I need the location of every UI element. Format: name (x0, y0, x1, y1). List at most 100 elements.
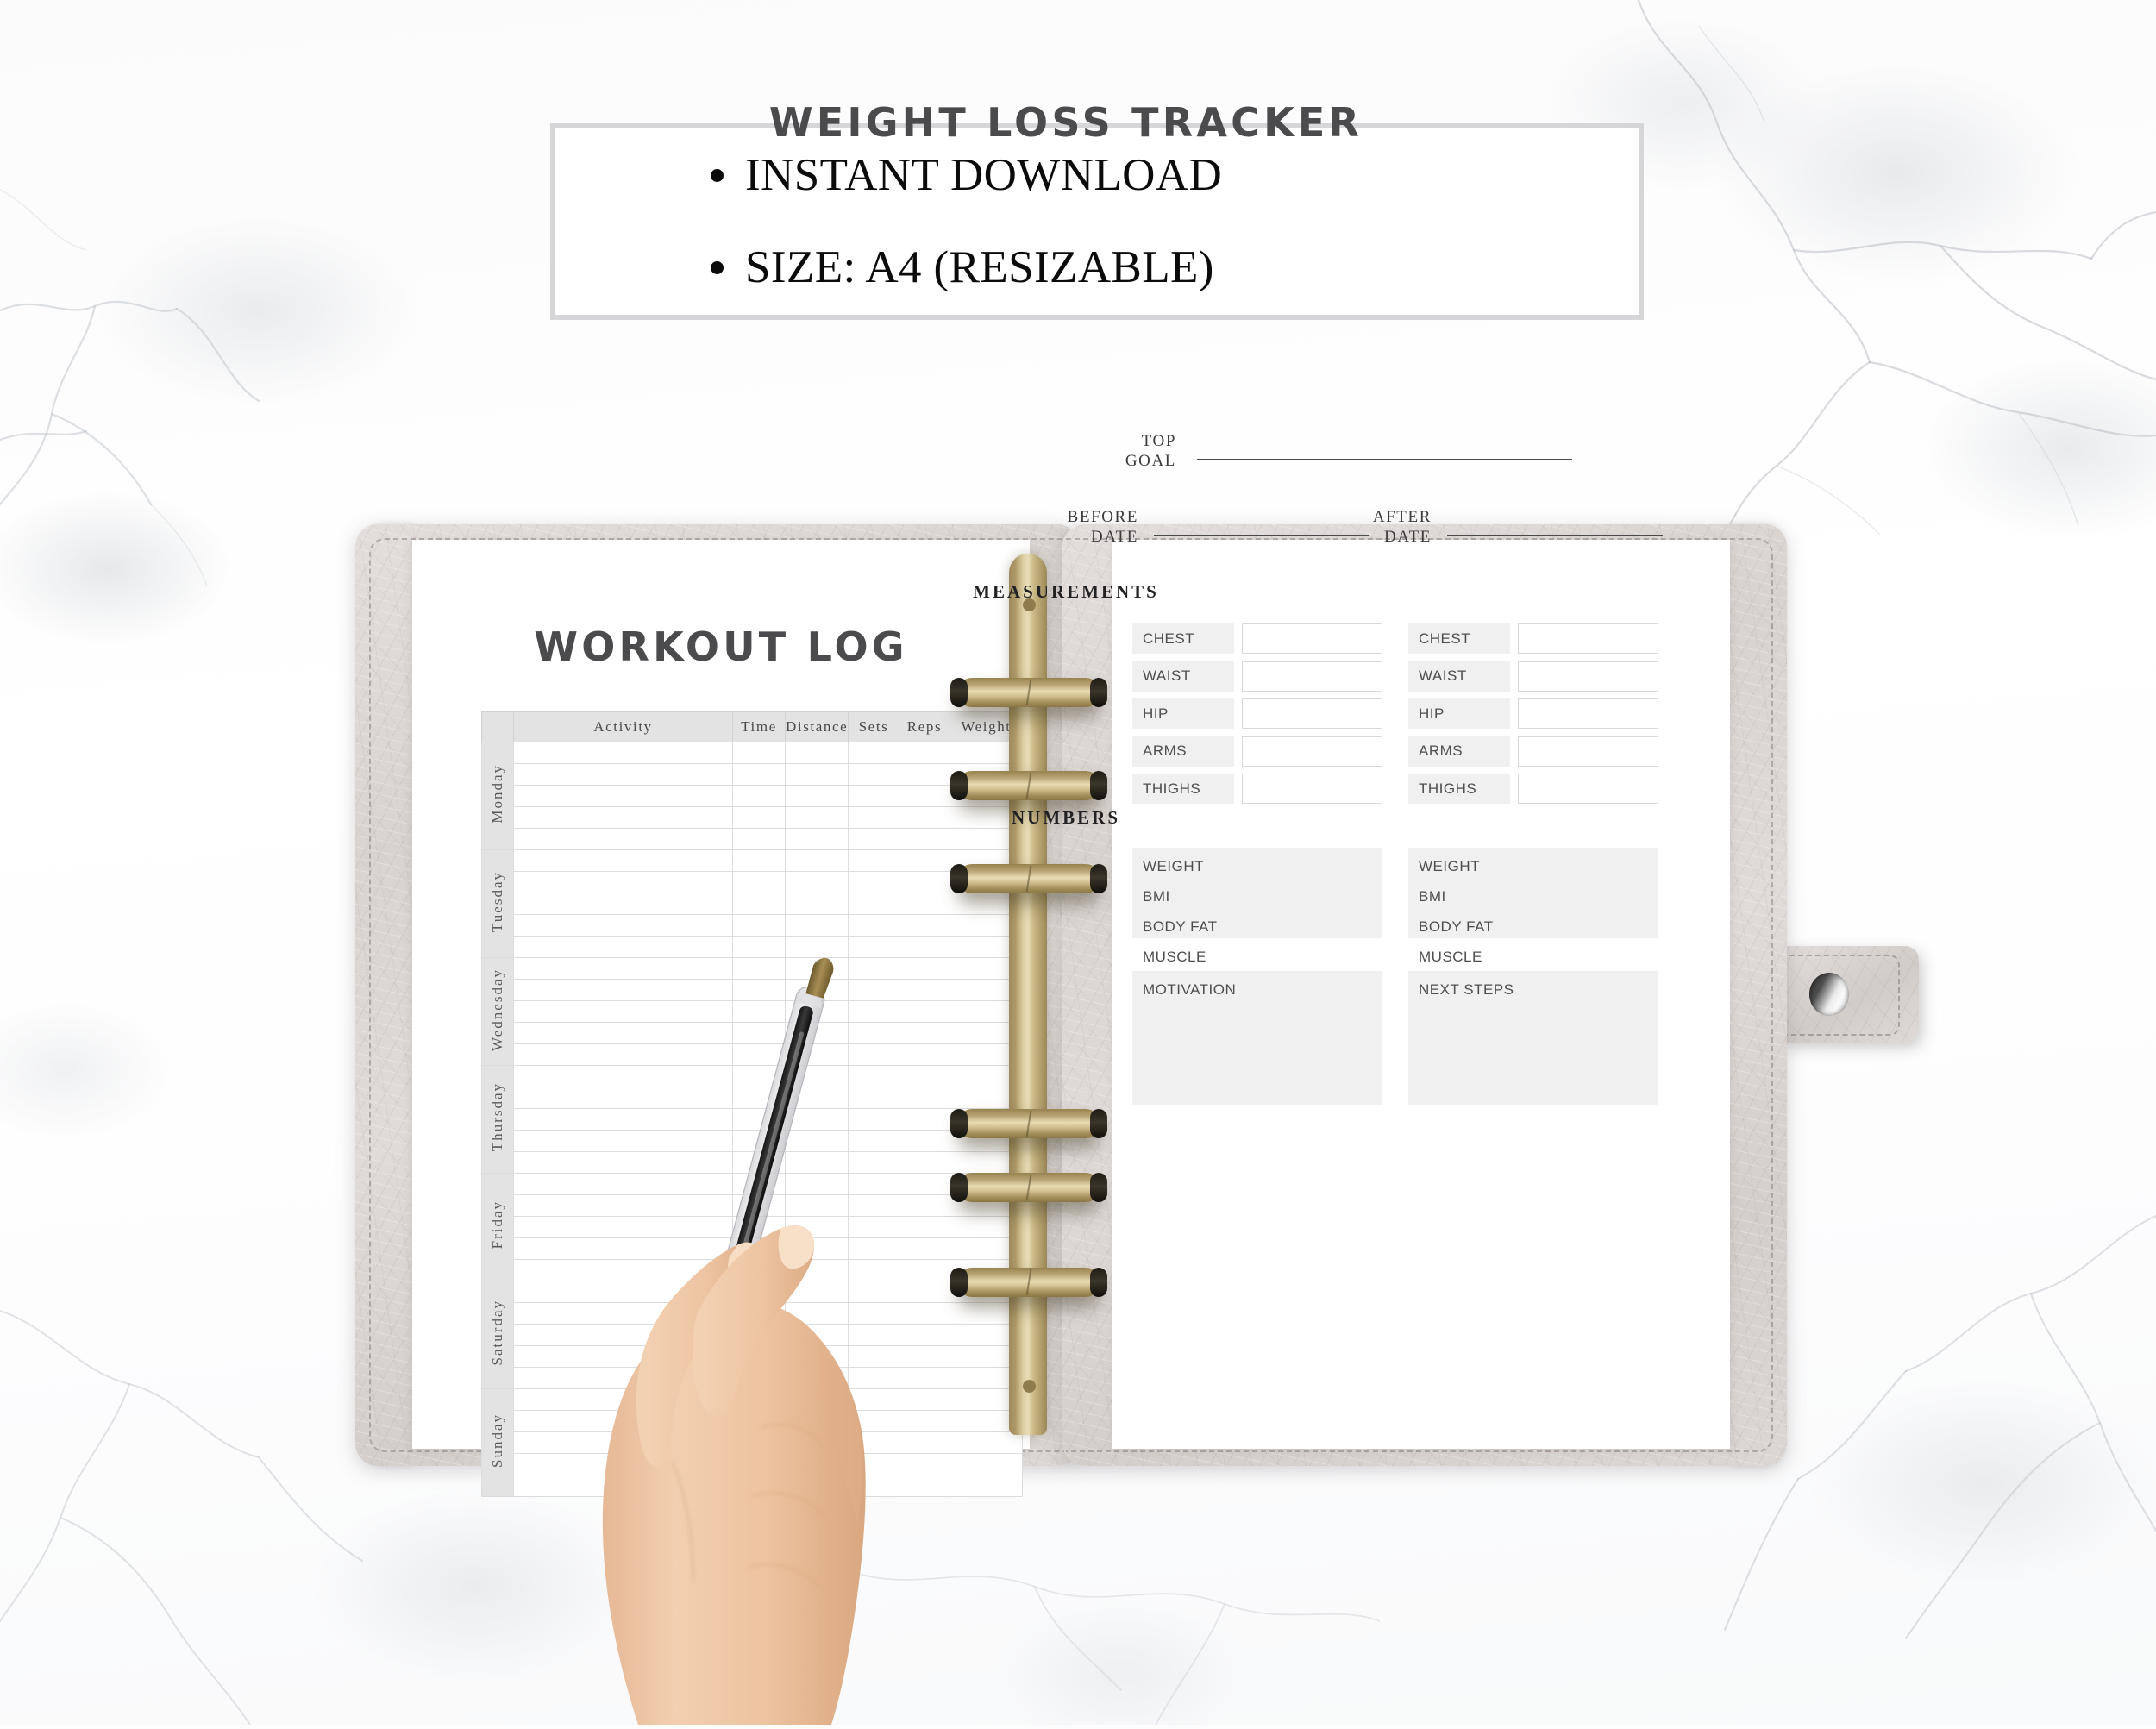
table-cell[interactable] (785, 914, 849, 937)
after-date-field[interactable]: AFTER DATE (1328, 507, 1663, 547)
table-cell[interactable] (848, 763, 899, 786)
measurement-input[interactable] (1242, 774, 1382, 804)
table-cell[interactable] (848, 785, 899, 807)
table-cell[interactable] (513, 763, 733, 786)
next-steps-box[interactable]: NEXT STEPS (1408, 971, 1658, 1105)
table-cell[interactable] (732, 893, 786, 915)
promo-line-2: SIZE: A4 (RESIZABLE) (711, 240, 1639, 296)
table-cell[interactable] (513, 871, 733, 893)
table-cell[interactable] (785, 763, 849, 786)
measurement-row: ARMS (1132, 736, 1382, 767)
measurement-row: CHEST (1132, 623, 1382, 654)
table-cell[interactable] (732, 871, 786, 893)
before-date-field[interactable]: BEFORE DATE (1035, 507, 1369, 547)
table-row[interactable] (482, 871, 1023, 893)
measurement-row: ARMS (1408, 736, 1658, 767)
planner-clasp-strap[interactable] (1781, 946, 1919, 1043)
workout-log-title: WORKOUT LOG (534, 623, 908, 670)
measurement-label: WAIST (1408, 661, 1510, 692)
measurement-row: WAIST (1408, 661, 1658, 692)
measurement-input[interactable] (1242, 698, 1382, 729)
measurement-label: ARMS (1408, 736, 1510, 767)
table-row[interactable] (482, 763, 1023, 786)
measurement-input[interactable] (1518, 774, 1658, 804)
table-cell[interactable] (848, 871, 899, 893)
table-cell[interactable] (732, 763, 786, 786)
table-cell[interactable] (899, 914, 950, 937)
after-date-write-line[interactable] (1447, 535, 1663, 537)
measurement-label: HIP (1408, 698, 1510, 729)
table-cell[interactable] (899, 785, 950, 807)
column-header-reps: Reps (899, 711, 950, 742)
number-label: BMI (1419, 888, 1446, 905)
table-cell[interactable] (899, 893, 950, 915)
measurement-input[interactable] (1518, 698, 1658, 729)
table-cell[interactable] (732, 742, 786, 764)
bullet-icon (711, 169, 724, 183)
measurement-row: THIGHS (1132, 774, 1382, 804)
numbers-box-before[interactable]: WEIGHT BMI BODY FAT MUSCLE (1132, 848, 1382, 965)
promo-info-box: INSTANT DOWNLOAD SIZE: A4 (RESIZABLE) (550, 123, 1644, 320)
measurement-label: THIGHS (1132, 774, 1234, 804)
table-cell[interactable] (785, 742, 849, 764)
table-cell[interactable] (899, 828, 950, 850)
table-cell[interactable] (785, 785, 849, 807)
table-cell[interactable] (785, 828, 849, 850)
workout-log-table-head: Activity Time Distance Sets Reps Weight (481, 711, 1023, 742)
top-goal-field[interactable]: TOP GOAL (1097, 431, 1572, 471)
bullet-icon (711, 260, 724, 274)
clasp-snap-button-icon[interactable] (1809, 973, 1849, 1016)
table-row[interactable] (482, 785, 1023, 807)
day-label-cell: Monday (481, 742, 514, 850)
table-row[interactable] (482, 828, 1023, 850)
table-cell[interactable] (899, 742, 950, 764)
motivation-box[interactable]: MOTIVATION (1132, 971, 1382, 1105)
table-cell[interactable] (732, 914, 786, 937)
table-cell[interactable] (848, 828, 899, 850)
table-cell[interactable] (899, 871, 950, 893)
table-cell[interactable] (732, 828, 786, 850)
measurement-input[interactable] (1242, 623, 1382, 654)
measurement-input[interactable] (1518, 661, 1658, 692)
top-goal-label-line2: GOAL (1125, 452, 1176, 471)
table-row[interactable]: Monday (481, 742, 1023, 850)
numbers-section-heading: NUMBERS (1011, 807, 1120, 828)
top-goal-write-line[interactable] (1197, 459, 1572, 461)
table-cell[interactable] (785, 893, 849, 915)
table-row[interactable]: Tuesday (481, 849, 1023, 958)
before-date-label-line1: BEFORE (1067, 508, 1138, 526)
table-cell[interactable] (732, 849, 786, 872)
table-cell[interactable] (513, 806, 733, 829)
numbers-box-after[interactable]: WEIGHT BMI BODY FAT MUSCLE (1408, 848, 1658, 965)
table-row[interactable] (482, 914, 1023, 937)
number-label: BODY FAT (1419, 918, 1494, 935)
table-cell[interactable] (513, 893, 733, 915)
table-cell[interactable] (513, 914, 733, 937)
table-cell[interactable] (513, 785, 733, 807)
table-row[interactable] (482, 893, 1023, 915)
number-label: MUSCLE (1419, 949, 1482, 965)
promo-line-1-text: INSTANT DOWNLOAD (745, 150, 1223, 201)
table-cell[interactable] (513, 828, 733, 850)
table-cell[interactable] (848, 742, 899, 764)
promo-line-1: INSTANT DOWNLOAD (711, 147, 1639, 204)
column-header-time: Time (732, 711, 786, 742)
measurement-label: THIGHS (1408, 774, 1510, 804)
table-cell[interactable] (899, 849, 950, 872)
table-cell[interactable] (513, 849, 733, 872)
day-label-cell: Thursday (481, 1065, 514, 1174)
measurement-input[interactable] (1518, 736, 1658, 767)
table-cell[interactable] (513, 742, 733, 764)
table-cell[interactable] (785, 871, 849, 893)
day-label: Friday (489, 1200, 505, 1250)
measurement-label: ARMS (1132, 736, 1234, 767)
table-cell[interactable] (899, 763, 950, 786)
table-cell[interactable] (848, 893, 899, 915)
table-cell[interactable] (732, 785, 786, 807)
table-cell[interactable] (848, 849, 899, 872)
table-cell[interactable] (848, 914, 899, 937)
table-cell[interactable] (785, 849, 849, 872)
measurement-input[interactable] (1242, 661, 1382, 692)
measurement-input[interactable] (1518, 623, 1658, 654)
measurement-input[interactable] (1242, 736, 1382, 767)
